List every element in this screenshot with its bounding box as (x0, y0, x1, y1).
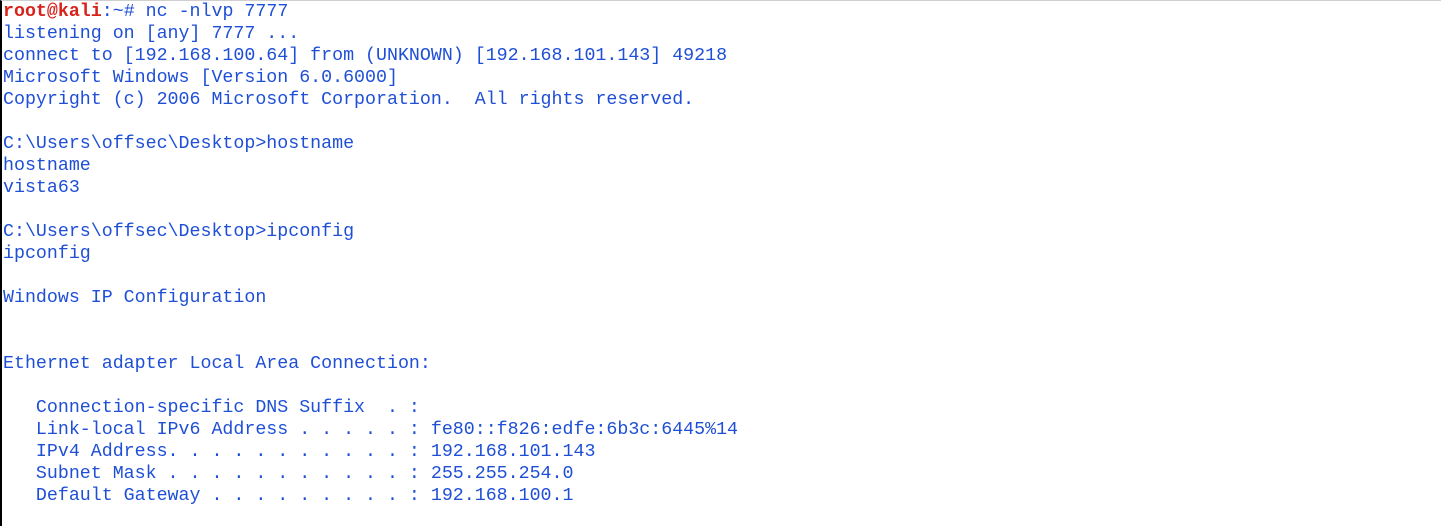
output-line: Microsoft Windows [Version 6.0.6000] (3, 68, 398, 88)
prompt-user-host: root@kali (3, 2, 102, 22)
prompt-separator: : (101, 2, 113, 22)
prompt-line: root@kali:~# nc -nlvp 7777 (3, 1, 1441, 23)
terminal-window[interactable]: root@kali:~# nc -nlvp 7777 listening on … (0, 0, 1441, 526)
output-line: Ethernet adapter Local Area Connection: (3, 354, 431, 374)
output-line: Connection-specific DNS Suffix . : (3, 398, 420, 418)
output-line: IPv4 Address. . . . . . . . . . . : 192.… (3, 442, 596, 462)
output-line: hostname (3, 156, 91, 176)
prompt-path: ~ (112, 2, 124, 22)
output-line: listening on [any] 7777 ... (3, 24, 300, 44)
output-line: vista63 (3, 178, 80, 198)
prompt-symbol: # (123, 2, 146, 22)
output-line: Link-local IPv6 Address . . . . . : fe80… (3, 420, 739, 440)
output-line: C:\Users\offsec\Desktop>ipconfig (3, 222, 355, 242)
prompt-command: nc -nlvp 7777 (145, 2, 289, 22)
output-line: C:\Users\offsec\Desktop>hostname (3, 134, 355, 154)
output-line: Default Gateway . . . . . . . . . : 192.… (3, 486, 574, 506)
output-line: ipconfig (3, 244, 91, 264)
output-line: Copyright (c) 2006 Microsoft Corporation… (3, 90, 695, 110)
output-line: Subnet Mask . . . . . . . . . . . : 255.… (3, 464, 574, 484)
output-line: Windows IP Configuration (3, 288, 267, 308)
output-line: connect to [192.168.100.64] from (UNKNOW… (3, 46, 728, 66)
